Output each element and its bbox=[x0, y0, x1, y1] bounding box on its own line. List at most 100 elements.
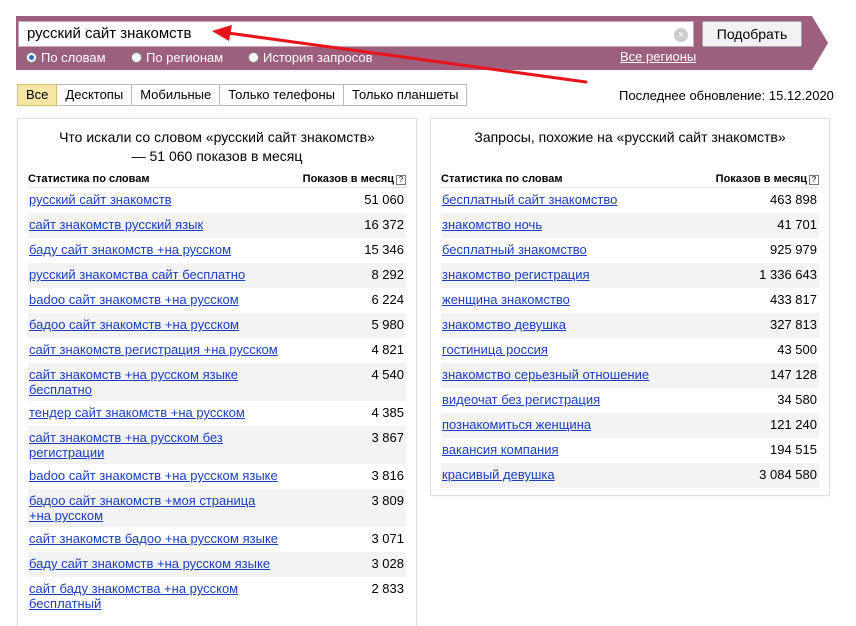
left-stats-panel: Что искали со словом «русский сайт знако… bbox=[17, 118, 417, 626]
help-icon[interactable]: ? bbox=[809, 175, 819, 185]
query-link[interactable]: красивый девушка bbox=[441, 467, 555, 482]
table-row: сайт знакомств бадоо +на русском языке 3 … bbox=[28, 527, 406, 552]
table-row: сайт баду знакомства +на русском бесплат… bbox=[28, 577, 406, 615]
table-row: гостиница россия 43 500 bbox=[441, 338, 819, 363]
query-link[interactable]: сайт баду знакомства +на русском бесплат… bbox=[28, 581, 278, 611]
impressions-count: 8 292 bbox=[371, 267, 404, 282]
table-row: знакомство регистрация 1 336 643 bbox=[441, 263, 819, 288]
table-row: баду сайт знакомств +на русском языке 3 0… bbox=[28, 552, 406, 577]
column-header-count: Показов в месяц? bbox=[303, 173, 406, 185]
mode-label: История запросов bbox=[263, 50, 373, 65]
table-row: баду сайт знакомств +на русском 15 346 bbox=[28, 238, 406, 263]
table-row: сайт знакомств +на русском без регистрац… bbox=[28, 426, 406, 464]
search-input[interactable]: русский сайт знакомств × bbox=[18, 21, 694, 47]
table-row: знакомство девушка 327 813 bbox=[441, 313, 819, 338]
query-link[interactable]: сайт знакомств регистрация +на русском bbox=[28, 342, 278, 357]
mode-history[interactable]: История запросов bbox=[248, 50, 373, 65]
query-link[interactable]: тендер сайт знакомств +на русском bbox=[28, 405, 245, 420]
all-regions-link[interactable]: Все регионы bbox=[620, 49, 696, 64]
query-link[interactable]: badoo сайт знакомств +на русском bbox=[28, 292, 239, 307]
table-row: знакомство серьезный отношение 147 128 bbox=[441, 363, 819, 388]
tab-phones-only[interactable]: Только телефоны bbox=[220, 84, 345, 106]
impressions-count: 194 515 bbox=[770, 442, 817, 457]
panel-title: Запросы, похожие на «русский сайт знаком… bbox=[474, 129, 786, 145]
table-row: бесплатный знакомство 925 979 bbox=[441, 238, 819, 263]
query-link[interactable]: бесплатный сайт знакомство bbox=[441, 192, 617, 207]
left-rows: русский сайт знакомств 51 060 сайт знакомс… bbox=[28, 188, 406, 615]
query-link[interactable]: знакомство ночь bbox=[441, 217, 542, 232]
table-header: Статистика по словам Показов в месяц? bbox=[441, 170, 819, 188]
query-link[interactable]: знакомство регистрация bbox=[441, 267, 590, 282]
query-link[interactable]: баду сайт знакомств +на русском языке bbox=[28, 556, 270, 571]
impressions-count: 5 980 bbox=[371, 317, 404, 332]
radio-icon[interactable] bbox=[26, 52, 37, 63]
device-tabs: Все Десктопы Мобильные Только телефоны Т… bbox=[17, 84, 468, 106]
impressions-count: 3 084 580 bbox=[759, 467, 817, 482]
query-link[interactable]: вакансия компания bbox=[441, 442, 559, 457]
column-header-query: Статистика по словам bbox=[441, 173, 563, 185]
mode-label: По регионам bbox=[146, 50, 224, 65]
query-link[interactable]: сайт знакомств +на русском без регистрац… bbox=[28, 430, 278, 460]
column-header-count-label: Показов в месяц bbox=[715, 173, 807, 185]
query-link[interactable]: баду сайт знакомств +на русском bbox=[28, 242, 231, 257]
impressions-count: 147 128 bbox=[770, 367, 817, 382]
impressions-count: 3 071 bbox=[371, 531, 404, 546]
tab-tablets-only[interactable]: Только планшеты bbox=[344, 84, 468, 106]
impressions-count: 41 701 bbox=[777, 217, 817, 232]
mode-by-regions[interactable]: По регионам bbox=[131, 50, 223, 65]
impressions-count: 433 817 bbox=[770, 292, 817, 307]
table-row: badoo сайт знакомств +на русском языке 3 … bbox=[28, 464, 406, 489]
table-row: познакомиться женщина 121 240 bbox=[441, 413, 819, 438]
tab-mobile[interactable]: Мобильные bbox=[132, 84, 221, 106]
query-link[interactable]: бадоо сайт знакомств +на русском bbox=[28, 317, 239, 332]
impressions-count: 3 809 bbox=[371, 493, 404, 508]
impressions-count: 4 821 bbox=[371, 342, 404, 357]
table-header: Статистика по словам Показов в месяц? bbox=[28, 170, 406, 188]
impressions-count: 34 580 bbox=[777, 392, 817, 407]
query-link[interactable]: badoo сайт знакомств +на русском языке bbox=[28, 468, 278, 483]
right-stats-panel: Запросы, похожие на «русский сайт знаком… bbox=[430, 118, 830, 496]
impressions-count: 4 540 bbox=[371, 367, 404, 382]
table-row: сайт знакомств +на русском языке бесплат… bbox=[28, 363, 406, 401]
submit-button[interactable]: Подобрать bbox=[702, 21, 802, 47]
mode-label: По словам bbox=[41, 50, 106, 65]
impressions-count: 2 833 bbox=[371, 581, 404, 596]
table-row: badoo сайт знакомств +на русском 6 224 bbox=[28, 288, 406, 313]
table-row: сайт знакомств русский язык 16 372 bbox=[28, 213, 406, 238]
query-link[interactable]: сайт знакомств +на русском языке бесплат… bbox=[28, 367, 278, 397]
column-header-query: Статистика по словам bbox=[28, 173, 150, 185]
impressions-count: 16 372 bbox=[364, 217, 404, 232]
query-link[interactable]: сайт знакомств русский язык bbox=[28, 217, 203, 232]
impressions-count: 4 385 bbox=[371, 405, 404, 420]
tab-desktops[interactable]: Десктопы bbox=[57, 84, 133, 106]
table-row: вакансия компания 194 515 bbox=[441, 438, 819, 463]
query-link[interactable]: сайт знакомств бадоо +на русском языке bbox=[28, 531, 278, 546]
query-link[interactable]: видеочат без регистрация bbox=[441, 392, 600, 407]
query-link[interactable]: бесплатный знакомство bbox=[441, 242, 587, 257]
impressions-count: 463 898 bbox=[770, 192, 817, 207]
radio-icon[interactable] bbox=[248, 52, 259, 63]
column-header-count-label: Показов в месяц bbox=[302, 173, 394, 185]
table-row: видеочат без регистрация 34 580 bbox=[441, 388, 819, 413]
search-query-text[interactable]: русский сайт знакомств bbox=[27, 25, 191, 42]
table-row: русский знакомства сайт бесплатно 8 292 bbox=[28, 263, 406, 288]
help-icon[interactable]: ? bbox=[396, 175, 406, 185]
query-link[interactable]: знакомство девушка bbox=[441, 317, 566, 332]
query-link[interactable]: гостиница россия bbox=[441, 342, 548, 357]
right-rows: бесплатный сайт знакомство 463 898 знакомс… bbox=[441, 188, 819, 488]
tab-all[interactable]: Все bbox=[17, 84, 58, 106]
query-link[interactable]: русский сайт знакомств bbox=[28, 192, 172, 207]
query-link[interactable]: познакомиться женщина bbox=[441, 417, 591, 432]
table-row: бесплатный сайт знакомство 463 898 bbox=[441, 188, 819, 213]
impressions-count: 327 813 bbox=[770, 317, 817, 332]
column-header-count: Показов в месяц? bbox=[716, 173, 819, 185]
table-row: сайт знакомств регистрация +на русском 4 … bbox=[28, 338, 406, 363]
table-row: бадоо сайт знакомств +моя страница +на р… bbox=[28, 489, 406, 527]
mode-by-words[interactable]: По словам bbox=[26, 50, 106, 65]
query-link[interactable]: знакомство серьезный отношение bbox=[441, 367, 649, 382]
radio-icon[interactable] bbox=[131, 52, 142, 63]
clear-icon[interactable]: × bbox=[674, 28, 688, 42]
query-link[interactable]: женщина знакомство bbox=[441, 292, 570, 307]
query-link[interactable]: бадоо сайт знакомств +моя страница +на р… bbox=[28, 493, 278, 523]
query-link[interactable]: русский знакомства сайт бесплатно bbox=[28, 267, 245, 282]
